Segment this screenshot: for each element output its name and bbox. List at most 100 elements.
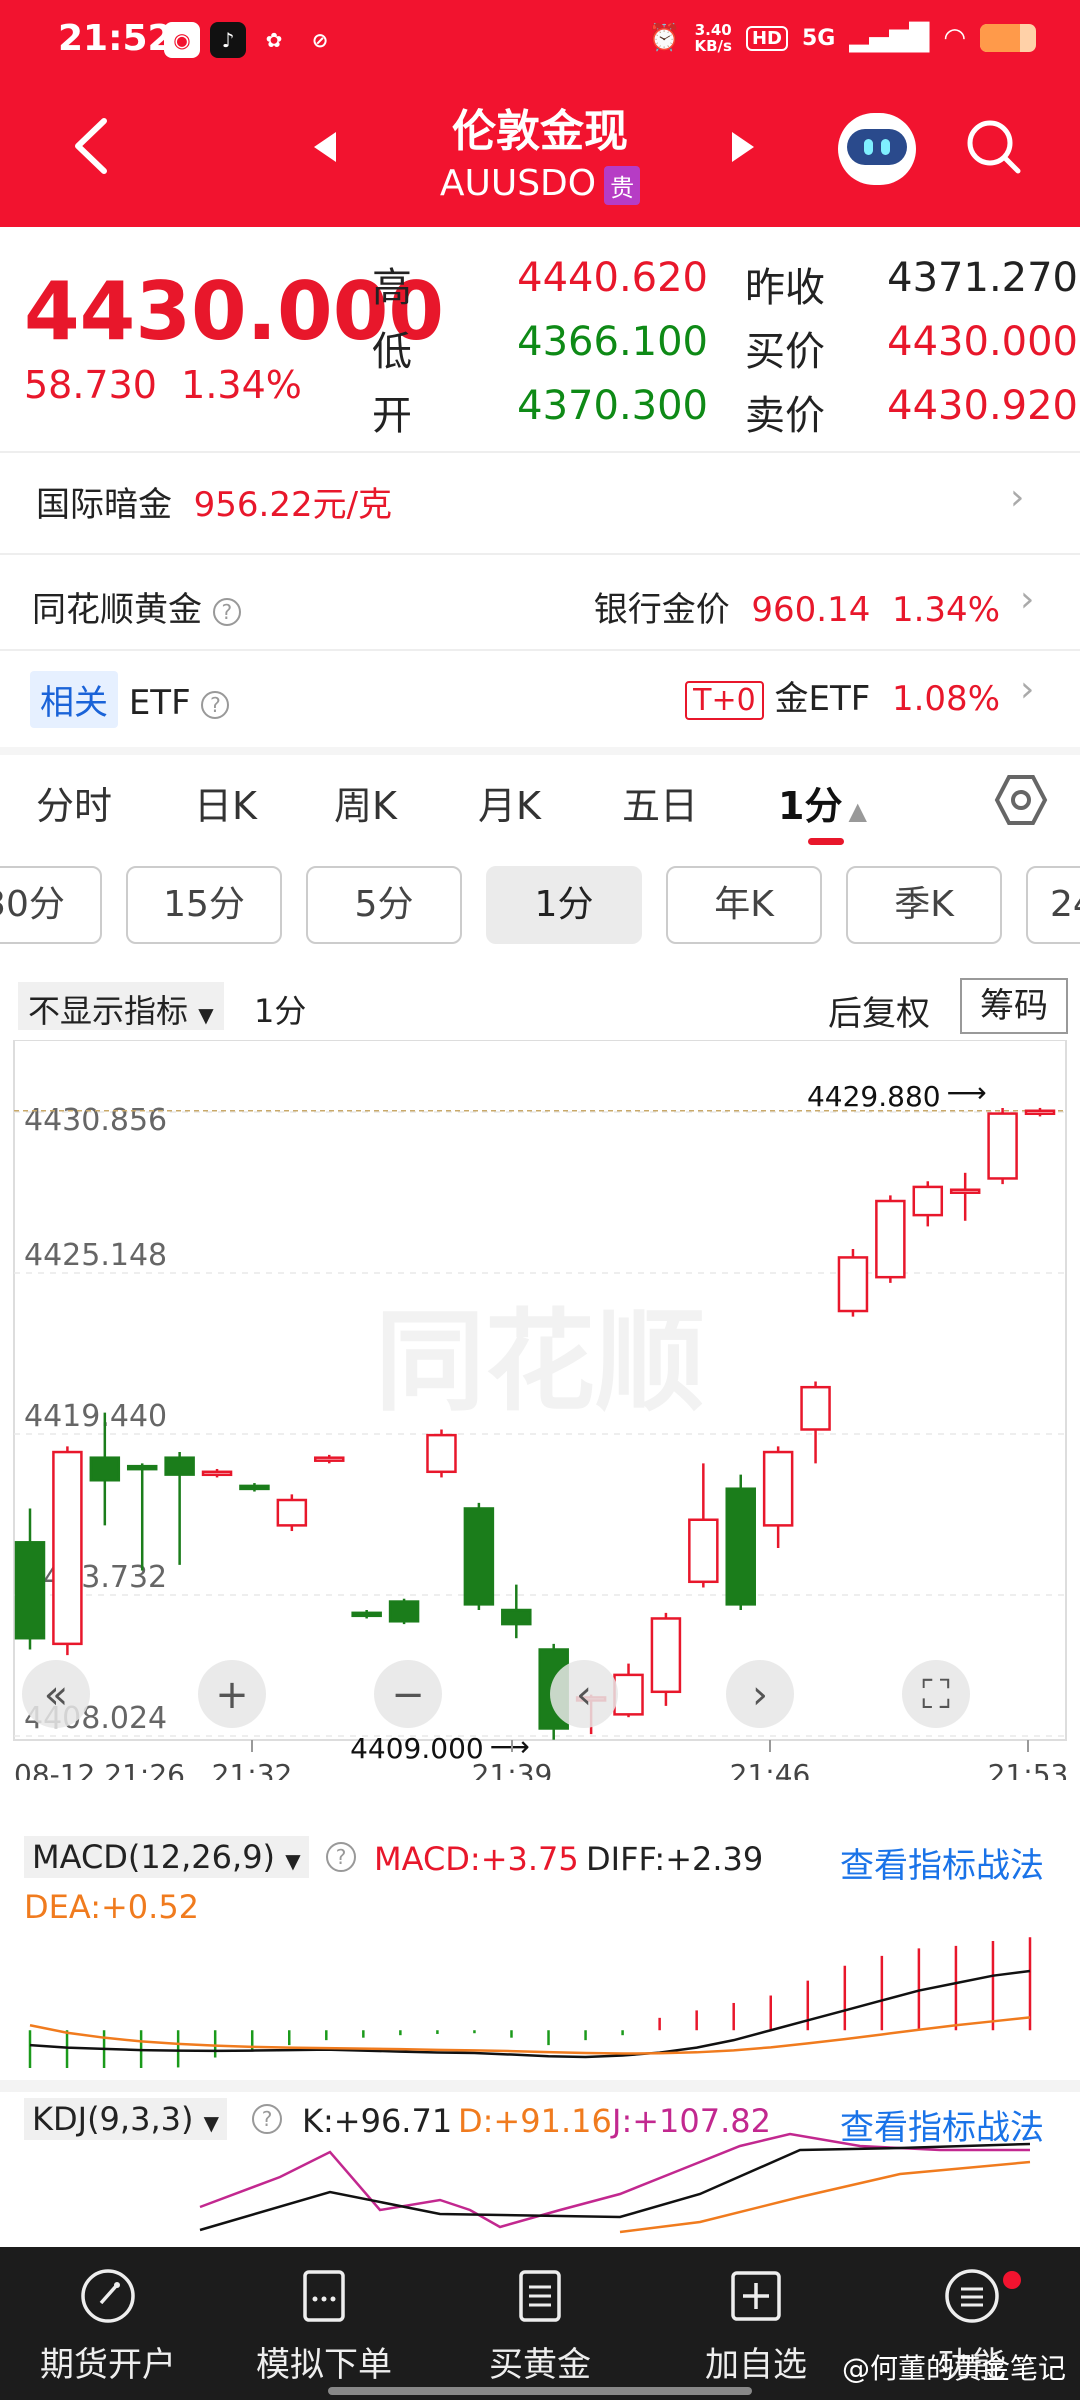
macd-dea-value: DEA:+0.52 [24, 1888, 200, 1926]
tab-five-day[interactable]: 五日 [622, 775, 698, 830]
weibo-icon: ◉ [164, 22, 200, 58]
candle-body [126, 1464, 158, 1471]
kdj-k-value: K:+96.71 [302, 2102, 453, 2140]
battery-icon [980, 24, 1036, 52]
prev-close-value: 4371.270 [887, 255, 1078, 301]
candle-body [613, 1673, 644, 1716]
tab-daily-k[interactable]: 日K [194, 775, 257, 830]
symbol-code: AUUSDO 贵 [0, 163, 1080, 205]
related-etf-row[interactable]: 相关 ETF ? [30, 671, 230, 728]
list-document-icon [519, 2270, 561, 2322]
caret-down-icon: ▼ [198, 1003, 214, 1027]
status-bar: 21:52 ◉ ♪ ✿ ⊘ ⏰ 3.40 KB/s HD 5G ▂▄▆█ ◠ [0, 0, 1080, 85]
kdj-select[interactable]: KDJ(9,3,3) ▼ [24, 2098, 228, 2140]
bottom-nav: 期货开户 模拟下单 买黄金 加自选 功能 @何董的黄金笔记 [0, 2247, 1080, 2400]
wechat-icon: ✿ [265, 28, 283, 52]
indicator-select[interactable]: 不显示指标 ▼ [18, 982, 224, 1030]
network-type: 5G [801, 25, 836, 51]
low-label: 低 [372, 329, 412, 375]
quote-panel: 4430.000 58.730 1.34% 高 低 开 4440.620 436… [0, 227, 1080, 747]
candle-body [388, 1600, 420, 1623]
help-icon[interactable]: ? [326, 1842, 356, 1872]
candle-body [650, 1617, 682, 1694]
candle-body [201, 1470, 233, 1477]
macd-select[interactable]: MACD(12,26,9) ▼ [24, 1836, 309, 1878]
next-symbol-button[interactable] [730, 130, 756, 173]
ask-value: 4430.920 [887, 383, 1078, 429]
chart-period: 1分 [254, 992, 307, 1030]
signal-icon: ▂▄▆█ [849, 23, 930, 53]
bank-gold-price[interactable]: 银行金价 960.14 1.34% [594, 582, 1000, 631]
kdj-j-value: J:+107.82 [612, 2102, 771, 2140]
nav-futures-account[interactable]: 期货开户 [0, 2247, 216, 2400]
nav-buy-gold[interactable]: 买黄金 [432, 2247, 648, 2400]
candle-body [14, 1541, 46, 1640]
alarm-icon: ⏰ [648, 23, 681, 53]
high-label: 高 [372, 265, 412, 311]
divider [0, 2080, 1080, 2092]
caret-down-icon: ▼ [285, 1849, 301, 1873]
kdj-strategy-link[interactable]: 查看指标战法 [840, 2100, 1044, 2149]
kdj-d-line [619, 2160, 1031, 2234]
candle-body [1024, 1109, 1056, 1116]
chip-5min[interactable]: 5分 [306, 866, 462, 944]
tab-intraday[interactable]: 分时 [36, 775, 112, 830]
x-tick-label: 08-12 21:26 [14, 1758, 185, 1780]
minute-period-chips: 30分 15分 5分 1分 年K 季K 24 [0, 850, 1080, 960]
settings-gear-icon[interactable] [994, 773, 1048, 827]
nav-add-watchlist[interactable]: 加自选 [648, 2247, 864, 2400]
search-icon[interactable] [964, 117, 1024, 177]
weibo-watermark: @何董的黄金笔记 [841, 2352, 1066, 2385]
nav-simulated-order[interactable]: 模拟下单 [216, 2247, 432, 2400]
candle-body [164, 1456, 195, 1476]
chip-24[interactable]: 24 [1026, 866, 1080, 944]
ths-gold-row[interactable]: 同花顺黄金 ? [32, 582, 241, 631]
tab-monthly-k[interactable]: 月K [478, 775, 541, 830]
candle-body [987, 1112, 1018, 1180]
min-price-label: 4409.000 [350, 1732, 484, 1765]
macd-diff-value: DIFF:+2.39 [586, 1840, 764, 1878]
home-indicator[interactable] [328, 2387, 752, 2395]
page-title: 伦敦金现 [452, 106, 628, 157]
kdj-k-line [199, 2142, 1031, 2232]
gold-etf[interactable]: T+0 金ETF 1.08% [685, 671, 1000, 720]
open-value: 4370.300 [517, 383, 708, 429]
chip-quarter-k[interactable]: 季K [846, 866, 1002, 944]
x-tick-label: 21:46 [730, 1758, 811, 1780]
chip-year-k[interactable]: 年K [666, 866, 822, 944]
candlestick-chart[interactable]: 4430.8564425.1484419.4404413.7324408.024… [0, 1040, 1080, 1780]
status-right: ⏰ 3.40 KB/s HD 5G ▂▄▆█ ◠ [648, 22, 1036, 54]
bid-value: 4430.000 [887, 319, 1078, 365]
chart-watermark: 同花顺 [375, 1298, 705, 1426]
intl-dark-gold-row[interactable]: 国际暗金 956.22元/克 [36, 477, 392, 526]
x-tick-label: 21:32 [212, 1758, 293, 1780]
help-icon: ? [212, 597, 241, 626]
robot-assistant-icon[interactable] [838, 113, 916, 185]
candle-body [688, 1518, 719, 1584]
chip-15min[interactable]: 15分 [126, 866, 282, 944]
scroll-left-icon: ‹ [576, 1672, 592, 1718]
adjust-mode[interactable]: 后复权 [828, 986, 930, 1035]
related-tag: 相关 [30, 671, 118, 728]
candle-body [800, 1385, 831, 1431]
candle-body [314, 1456, 345, 1462]
zoom-out-icon: − [391, 1672, 425, 1718]
divider [0, 553, 1080, 555]
candle-body [501, 1608, 532, 1626]
y-tick-label: 4425.148 [24, 1238, 167, 1273]
fullscreen-icon: ⛶ [922, 1672, 950, 1718]
chip-30min[interactable]: 30分 [0, 866, 102, 944]
chart-area: 不显示指标 ▼ 1分 后复权 筹码 4430.856 4425.148 4419.4… [0, 960, 1080, 2247]
tab-1min[interactable]: 1分 ▲ [778, 775, 867, 830]
candle-body [351, 1611, 382, 1618]
y-tick-label: 4430.856 [24, 1103, 167, 1138]
chip-1min[interactable]: 1分 [486, 866, 642, 944]
compass-icon [81, 2269, 135, 2323]
macd-strategy-link[interactable]: 查看指标战法 [840, 1838, 1044, 1887]
candle-body [276, 1498, 308, 1527]
dea-line [29, 2016, 1031, 2055]
chip-distribution-button[interactable]: 筹码 [960, 978, 1068, 1034]
tab-weekly-k[interactable]: 周K [334, 775, 397, 830]
candle-body [875, 1199, 906, 1279]
help-icon[interactable]: ? [252, 2104, 282, 2134]
